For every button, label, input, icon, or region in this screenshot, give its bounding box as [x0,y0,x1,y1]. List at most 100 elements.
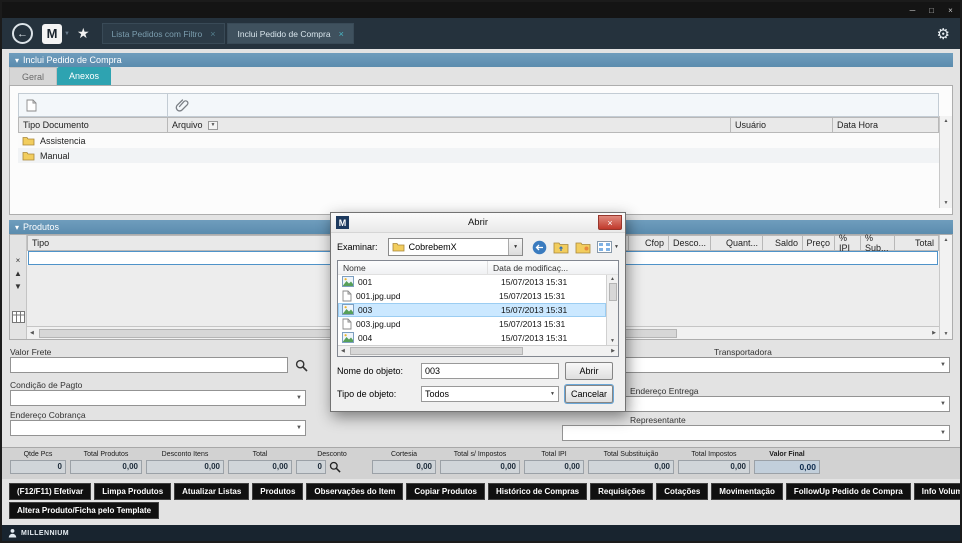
column-header-arquivo[interactable]: Arquivo ▼ [168,117,731,133]
scroll-up-icon[interactable]: ▲ [610,276,615,282]
new-document-icon[interactable] [26,99,37,112]
valor-frete-input[interactable] [10,357,288,373]
column-header-data-hora[interactable]: Data Hora [833,117,939,133]
column-header-cfop[interactable]: Cfop [629,235,669,251]
scroll-left-icon[interactable]: ◀ [27,330,37,336]
nome-objeto-input[interactable] [421,363,559,379]
atualizar-listas-button[interactable]: Atualizar Listas [174,483,249,500]
logo-caret-icon[interactable]: ▼ [64,31,70,37]
scroll-up-icon[interactable]: ▲ [944,118,949,124]
dialog-close-button[interactable]: × [598,215,622,230]
paperclip-icon[interactable] [175,98,189,113]
column-header-tipo-documento[interactable]: Tipo Documento [18,117,168,133]
scroll-down-icon[interactable]: ▼ [610,338,615,344]
requisicoes-button[interactable]: Requisições [590,483,653,500]
total-desconto: Desconto 0 [296,450,368,479]
condicao-pagto-select[interactable]: ▼ [10,390,306,406]
column-header-preco[interactable]: Preço [803,235,835,251]
favorites-star-icon[interactable]: ★ [77,25,90,42]
scroll-right-icon[interactable]: ▶ [608,348,618,354]
scrollbar-thumb[interactable] [609,283,617,301]
folder-combobox[interactable]: CobrebemX ▼ [388,238,523,256]
cotacoes-button[interactable]: Cotações [656,483,708,500]
search-icon[interactable] [329,461,341,473]
limpa-produtos-button[interactable]: Limpa Produtos [94,483,171,500]
column-header-usuario[interactable]: Usuário [731,117,833,133]
anexos-vertical-scrollbar[interactable]: ▲ ▼ [939,116,952,208]
new-document-cell[interactable] [18,93,168,117]
move-row-down-button[interactable]: ▼ [14,283,22,291]
altera-produto-template-button[interactable]: Altera Produto/Ficha pelo Template [9,502,159,519]
column-header-total[interactable]: Total [895,235,939,251]
move-row-up-button[interactable]: ▲ [14,270,22,278]
attach-file-cell[interactable] [168,93,939,117]
tab-geral[interactable]: Geral [9,67,57,85]
scroll-right-icon[interactable]: ▶ [929,330,939,336]
abrir-button[interactable]: Abrir [565,362,613,380]
info-volume-button[interactable]: Info Volume [914,483,962,500]
file-row[interactable]: 003.jpg.upd 15/07/2013 15:31 [338,317,606,331]
collapse-icon[interactable]: ▾ [15,56,19,65]
total-value[interactable]: 0 [296,460,326,474]
followup-pedido-button[interactable]: FollowUp Pedido de Compra [786,483,911,500]
movimentacao-button[interactable]: Movimentação [711,483,783,500]
maximize-button[interactable]: □ [922,3,941,17]
efetivar-button[interactable]: (F12/F11) Efetivar [9,483,91,500]
column-label: Data Hora [837,120,878,130]
millennium-logo-icon[interactable]: M [42,24,62,44]
minimize-button[interactable]: ─ [903,3,922,17]
filter-icon[interactable]: ▼ [208,121,219,130]
scroll-up-icon[interactable]: ▲ [944,237,949,243]
scroll-down-icon[interactable]: ▼ [944,331,949,337]
user-icon [8,528,17,538]
tab-anexos[interactable]: Anexos [57,67,111,85]
view-menu-group[interactable]: ▼ [597,241,619,253]
tipo-objeto-select[interactable]: Todos ▼ [421,386,559,402]
produtos-vertical-scrollbar[interactable]: ▲ ▼ [939,235,952,339]
window-close-button[interactable]: × [941,3,960,17]
produtos-button[interactable]: Produtos [252,483,303,500]
remove-row-button[interactable]: × [16,257,21,265]
observacoes-do-item-button[interactable]: Observações do Item [306,483,403,500]
file-row[interactable]: 001 15/07/2013 15:31 [338,275,606,289]
tab-close-icon[interactable]: × [210,29,215,39]
file-row-selected[interactable]: 003 15/07/2013 15:31 [338,303,606,317]
column-header-saldo[interactable]: Saldo [763,235,803,251]
historico-de-compras-button[interactable]: Histórico de Compras [488,483,587,500]
anexos-row-manual[interactable]: Manual [18,148,939,163]
column-header-desconto[interactable]: Desco... [669,235,711,251]
file-list-vertical-scrollbar[interactable]: ▲ ▼ [606,275,618,345]
combo-dropdown-icon[interactable]: ▼ [508,239,522,255]
column-header-data-modificacao[interactable]: Data de modificaç... [488,261,618,274]
up-one-level-icon[interactable] [553,241,569,254]
search-icon[interactable] [295,359,308,372]
view-menu-icon[interactable] [597,241,612,253]
scroll-left-icon[interactable]: ◀ [338,348,348,354]
new-folder-icon[interactable] [575,241,591,254]
dialog-titlebar[interactable]: M Abrir × [331,213,625,233]
tab-close-icon[interactable]: × [339,29,344,39]
endereco-cobranca-select[interactable]: ▼ [10,420,306,436]
file-row[interactable]: 001.jpg.upd 15/07/2013 15:31 [338,289,606,303]
file-row[interactable]: 004 15/07/2013 15:31 [338,331,606,345]
representante-select[interactable]: ▼ [562,425,950,441]
grid-template-icon[interactable] [12,311,25,323]
scroll-down-icon[interactable]: ▼ [944,200,949,206]
column-header-nome[interactable]: Nome [338,261,488,274]
column-header-substituicao[interactable]: % Sub... [861,235,895,251]
column-header-ipi[interactable]: % IPI [835,235,861,251]
scrollbar-thumb[interactable] [350,347,524,355]
collapse-icon[interactable]: ▾ [15,223,19,232]
copiar-produtos-button[interactable]: Copiar Produtos [406,483,485,500]
total-value: 0,00 [440,460,520,474]
cancelar-button[interactable]: Cancelar [565,385,613,403]
back-navigation-icon[interactable] [532,240,547,255]
column-header-quantidade[interactable]: Quant... [711,235,763,251]
file-list-horizontal-scrollbar[interactable]: ◀ ▶ [338,345,618,356]
tab-inclui-pedido-de-compra[interactable]: Inclui Pedido de Compra × [227,23,353,44]
tab-lista-pedidos-com-filtro[interactable]: Lista Pedidos com Filtro × [102,23,226,44]
section-header-inclui-pedido[interactable]: ▾Inclui Pedido de Compra [9,53,953,67]
anexos-row-assistencia[interactable]: Assistencia [18,133,939,148]
settings-gear-icon[interactable]: ⚙ [937,25,950,43]
back-button[interactable]: ← [12,23,33,44]
